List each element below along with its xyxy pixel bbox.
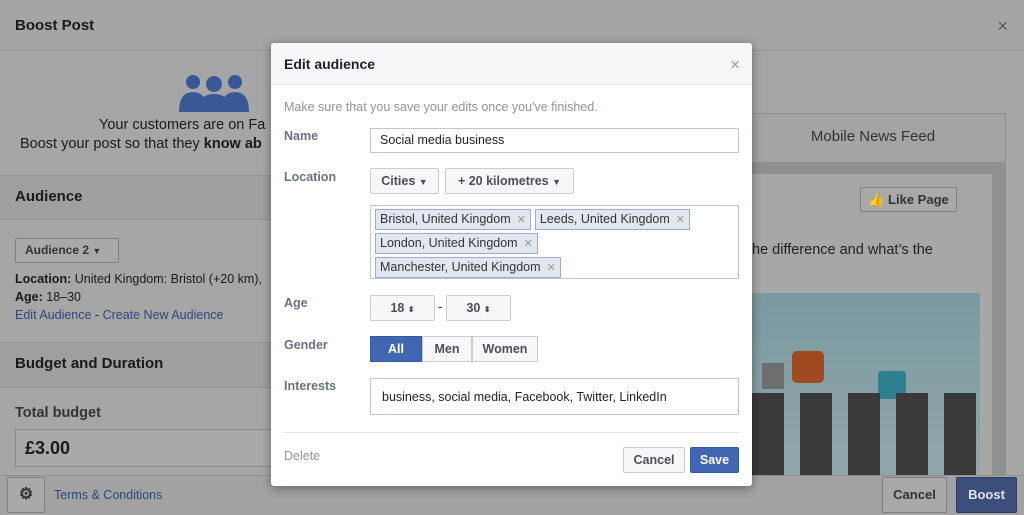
cancel-button[interactable]: Cancel bbox=[882, 477, 947, 513]
location-value: United Kingdom: Bristol (+20 km), bbox=[71, 272, 262, 286]
intro-text: Boost your post so that they bbox=[20, 136, 204, 152]
delete-link[interactable]: Delete bbox=[284, 449, 320, 463]
blogger-icon bbox=[792, 351, 824, 383]
audience-heading: Audience bbox=[0, 175, 290, 220]
boost-button[interactable]: Boost bbox=[956, 477, 1017, 513]
create-audience-link[interactable]: Create New Audience bbox=[103, 308, 224, 322]
radius-dropdown[interactable]: + 20 kilometres ▼ bbox=[445, 168, 574, 194]
settings-gear-icon[interactable]: ⚙ bbox=[7, 477, 45, 513]
token-label: Leeds, United Kingdom bbox=[539, 212, 670, 226]
edit-audience-link[interactable]: Edit Audience bbox=[15, 308, 91, 322]
intro-bold: know ab bbox=[203, 136, 262, 152]
remove-token-icon[interactable]: ✕ bbox=[524, 238, 533, 250]
age-min-value: 18 bbox=[390, 301, 405, 315]
silhouettes bbox=[752, 393, 980, 483]
age-max-select[interactable]: 30 ⬍ bbox=[446, 295, 511, 321]
preview-frame: 👍 Like Page he difference and what’s the bbox=[741, 162, 1005, 484]
intro-line-2: Boost your post so that they know ab bbox=[20, 136, 262, 152]
caret-down-icon: ▼ bbox=[418, 177, 428, 187]
budget-heading: Budget and Duration bbox=[0, 342, 290, 388]
name-label: Name bbox=[284, 129, 319, 143]
page-title: Boost Post bbox=[15, 17, 95, 34]
dialog-close-icon[interactable]: × bbox=[730, 55, 740, 75]
audience-selector-label: Audience 2 bbox=[25, 243, 90, 257]
divider bbox=[284, 432, 739, 433]
token-label: Bristol, United Kingdom bbox=[380, 212, 511, 226]
token-label: Manchester, United Kingdom bbox=[380, 260, 541, 274]
age-separator: - bbox=[438, 299, 443, 314]
audience-summary: Location: United Kingdom: Bristol (+20 k… bbox=[15, 270, 262, 324]
preview-panel: Mobile News Feed 👍 Like Page he differen… bbox=[740, 113, 1006, 484]
radius-value: + 20 kilometres bbox=[457, 174, 549, 188]
post-card: 👍 Like Page he difference and what’s the bbox=[752, 174, 992, 484]
dialog-cancel-button[interactable]: Cancel bbox=[623, 447, 685, 473]
sort-icon: ⬍ bbox=[483, 305, 491, 314]
dialog-hint: Make sure that you save your edits once … bbox=[284, 100, 598, 114]
gender-all-button[interactable]: All bbox=[370, 336, 422, 362]
age-label: Age bbox=[284, 296, 308, 310]
edit-audience-dialog: Edit audience × Make sure that you save … bbox=[271, 43, 752, 486]
terms-link[interactable]: Terms & Conditions bbox=[54, 488, 162, 502]
remove-token-icon[interactable]: ✕ bbox=[517, 214, 526, 226]
age-min-select[interactable]: 18 ⬍ bbox=[370, 295, 435, 321]
location-token: Bristol, United Kingdom ✕ bbox=[375, 209, 531, 230]
like-page-button[interactable]: 👍 Like Page bbox=[860, 187, 957, 212]
interests-label: Interests bbox=[284, 379, 337, 393]
locations-token-input[interactable]: Bristol, United Kingdom ✕ Leeds, United Ki… bbox=[370, 205, 739, 279]
caret-down-icon: ▼ bbox=[552, 177, 562, 187]
dialog-save-button[interactable]: Save bbox=[690, 447, 739, 473]
post-image bbox=[752, 293, 980, 483]
interests-input[interactable]: business, social media, Facebook, Twitte… bbox=[370, 378, 739, 415]
token-label: London, United Kingdom bbox=[380, 236, 518, 250]
name-input[interactable]: Social media business bbox=[370, 128, 739, 153]
sort-icon: ⬍ bbox=[407, 305, 415, 314]
audience-selector[interactable]: Audience 2 ▼ bbox=[15, 238, 119, 263]
total-budget-input[interactable]: £3.00 bbox=[15, 429, 275, 467]
mobile-news-feed-tab[interactable]: Mobile News Feed bbox=[741, 114, 1005, 162]
location-type-dropdown[interactable]: Cities ▼ bbox=[370, 168, 439, 194]
location-token: London, United Kingdom ✕ bbox=[375, 233, 538, 254]
gender-men-button[interactable]: Men bbox=[422, 336, 472, 362]
people-icon bbox=[179, 75, 249, 112]
location-type-value: Cities bbox=[381, 174, 416, 188]
age-max-value: 30 bbox=[466, 301, 481, 315]
location-token: Manchester, United Kingdom ✕ bbox=[375, 257, 561, 278]
gender-women-button[interactable]: Women bbox=[472, 336, 538, 362]
age-label: Age: bbox=[15, 290, 43, 304]
gender-label: Gender bbox=[284, 338, 328, 352]
total-budget-label: Total budget bbox=[15, 405, 101, 421]
separator: - bbox=[91, 308, 103, 322]
location-token: Leeds, United Kingdom ✕ bbox=[534, 209, 691, 230]
location-label: Location: bbox=[15, 272, 72, 286]
caret-down-icon: ▼ bbox=[92, 246, 102, 256]
post-text: he difference and what’s the bbox=[752, 242, 933, 258]
like-page-label: Like Page bbox=[888, 192, 949, 207]
close-icon[interactable]: × bbox=[997, 16, 1008, 37]
thumbs-up-icon: 👍 bbox=[868, 192, 885, 207]
remove-token-icon[interactable]: ✕ bbox=[547, 262, 556, 274]
dialog-header: Edit audience × bbox=[271, 43, 752, 85]
youtube-icon bbox=[762, 363, 784, 389]
age-value: 18–30 bbox=[42, 290, 82, 304]
location-label: Location bbox=[284, 170, 337, 184]
remove-token-icon[interactable]: ✕ bbox=[676, 214, 685, 226]
intro-line-1: Your customers are on Fa bbox=[99, 117, 266, 133]
dialog-title: Edit audience bbox=[284, 56, 376, 72]
